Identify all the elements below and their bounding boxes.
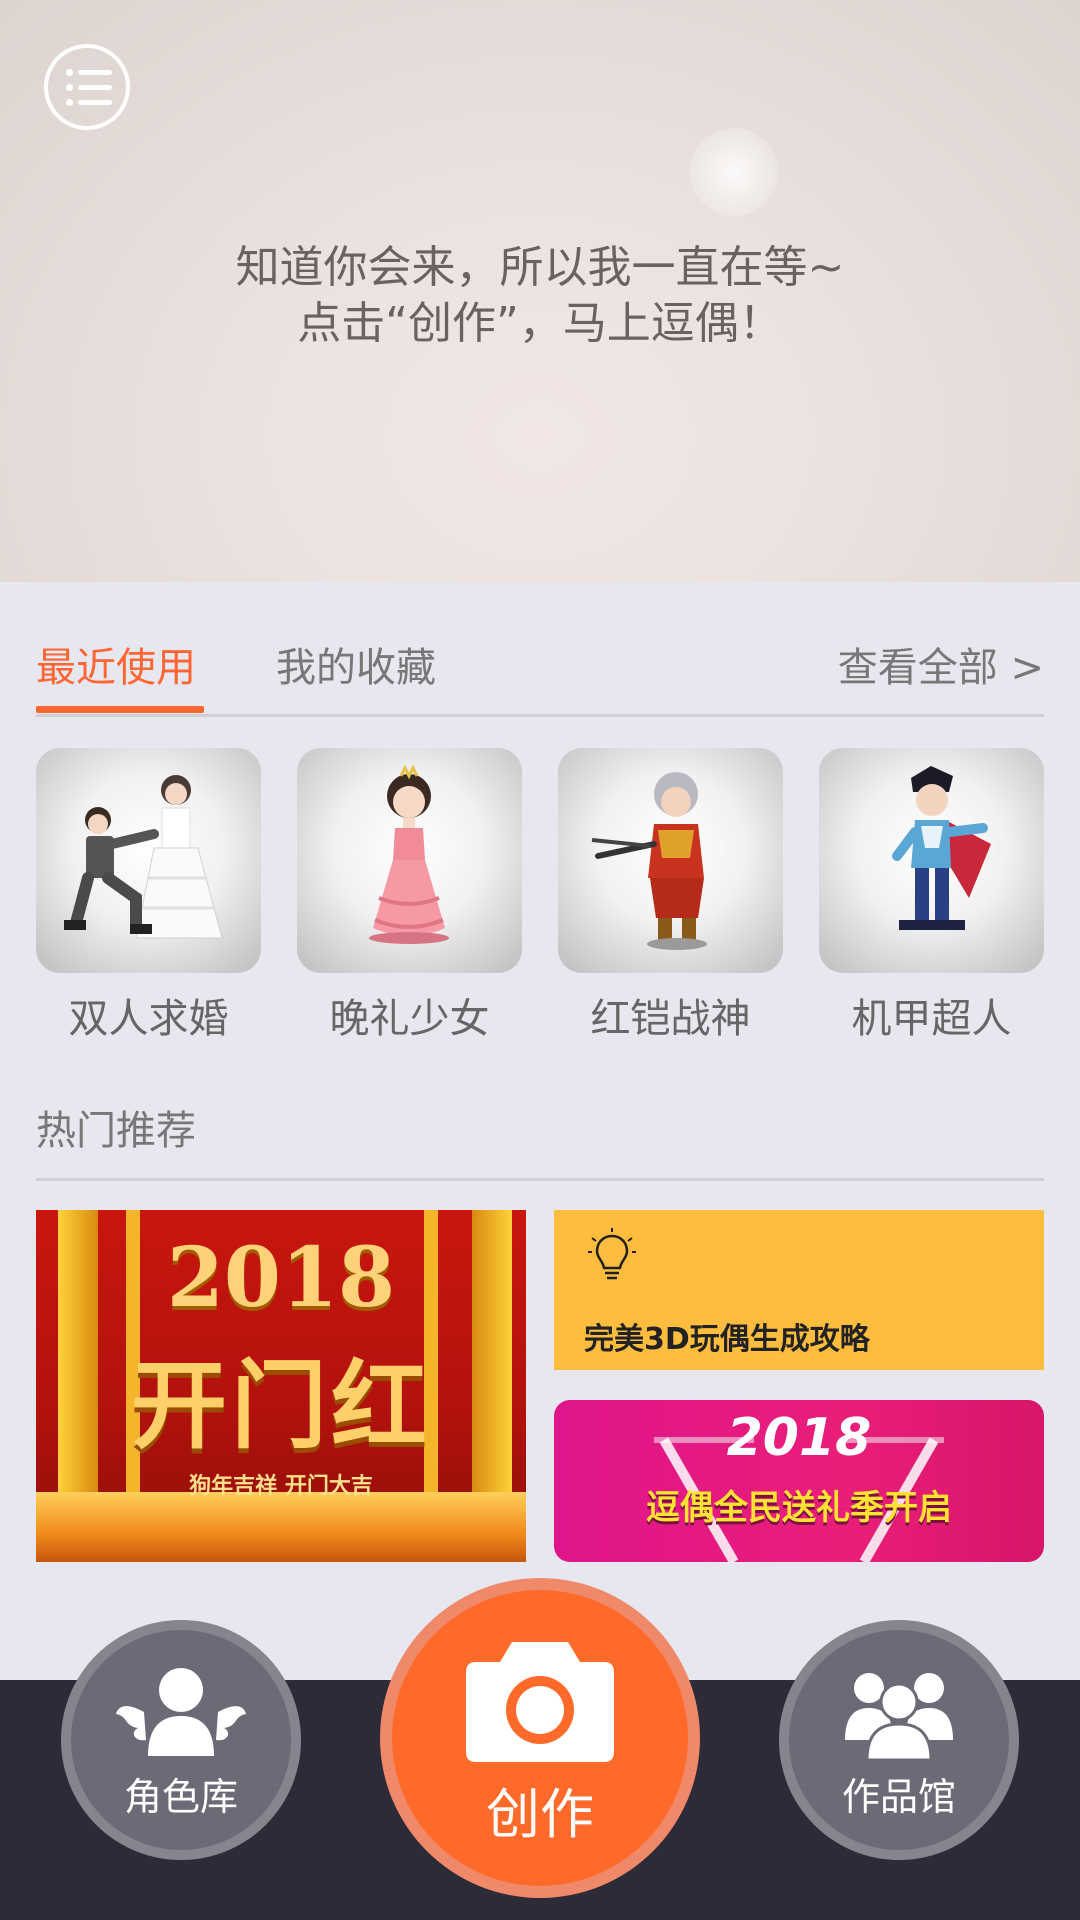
- guide-card-text: 完美3D玩偶生成攻略: [584, 1322, 870, 1357]
- active-tab-indicator: [36, 706, 204, 713]
- nav-works-gallery-label: 作品馆: [841, 1775, 956, 1819]
- banner-year: 2018: [166, 1230, 396, 1326]
- nav-create[interactable]: 创作: [392, 1590, 688, 1886]
- recent-card-mech-superman[interactable]: [819, 748, 1044, 973]
- gift-banner-year: 2018: [726, 1408, 872, 1468]
- nav-character-library[interactable]: 角色库: [71, 1630, 291, 1850]
- gift-season-banner[interactable]: 2018 逗偶全民送礼季开启: [554, 1400, 1044, 1562]
- lightbulb-icon: [588, 1228, 636, 1280]
- angel-user-icon: [116, 1668, 246, 1756]
- group-users-icon: [845, 1673, 953, 1762]
- nav-character-library-label: 角色库: [123, 1775, 238, 1819]
- hero-message-line2: 点击“创作”，马上逗偶！: [297, 298, 783, 349]
- banner-headline: 开门红: [131, 1349, 431, 1462]
- nav-create-label: 创作: [486, 1783, 594, 1846]
- tabs-divider: [36, 714, 1044, 717]
- hot-section-title: 热门推荐: [36, 1108, 196, 1154]
- gift-banner-text: 逗偶全民送礼季开启: [646, 1488, 952, 1528]
- banner-ground: [36, 1492, 526, 1562]
- hero-message-line1: 知道你会来，所以我一直在等~: [235, 242, 845, 293]
- recent-card-red-armor[interactable]: [558, 748, 783, 973]
- warrior-figure-image: [591, 772, 707, 950]
- gown-girl-figure-image: [369, 764, 449, 944]
- recent-card-label: 双人求婚: [68, 996, 229, 1042]
- recent-card-label: 红铠战神: [590, 996, 751, 1042]
- hot-divider: [36, 1178, 1044, 1181]
- recent-card-label: 机甲超人: [851, 996, 1012, 1042]
- recent-card-couple-proposal[interactable]: [36, 748, 261, 973]
- recent-card-label: 晚礼少女: [329, 996, 490, 1042]
- menu-button[interactable]: [44, 44, 130, 130]
- camera-icon: [466, 1642, 614, 1762]
- guide-card[interactable]: 完美3D玩偶生成攻略: [554, 1210, 1044, 1370]
- recent-card-evening-gown[interactable]: [297, 748, 522, 973]
- nav-works-gallery[interactable]: 作品馆: [789, 1630, 1009, 1850]
- couple-figure-image: [64, 775, 223, 939]
- hero-banner: 知道你会来，所以我一直在等~ 点击“创作”，马上逗偶！: [0, 0, 1080, 582]
- new-year-banner[interactable]: 2018 开门红 狗年吉祥 开门大吉: [36, 1210, 526, 1562]
- view-all-link[interactable]: 查看全部 >: [838, 640, 1044, 696]
- superman-figure-image: [892, 766, 991, 930]
- hero-glow: [690, 128, 778, 216]
- banner-subline: 狗年吉祥 开门大吉: [189, 1474, 373, 1499]
- tab-favorites[interactable]: 我的收藏: [276, 640, 436, 696]
- tab-recent[interactable]: 最近使用: [36, 640, 196, 696]
